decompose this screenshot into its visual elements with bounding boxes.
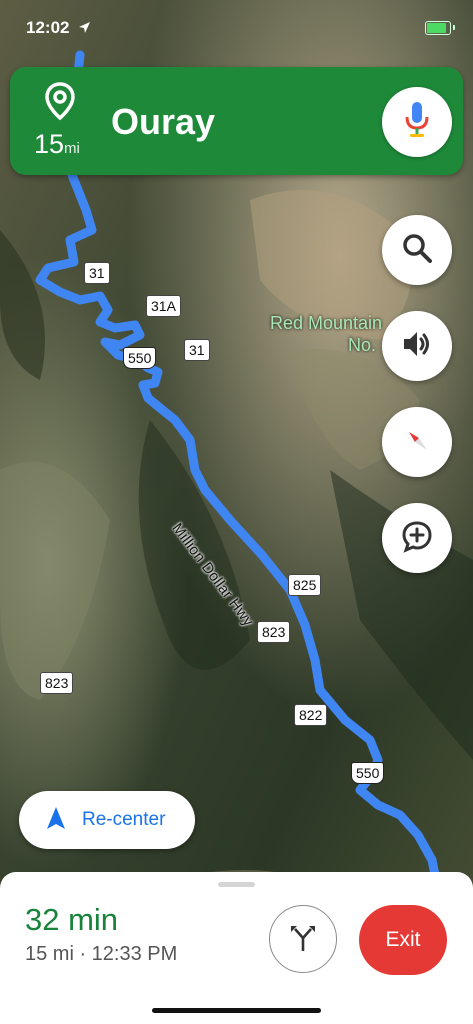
- trip-summary-sheet[interactable]: 32 min 15 mi · 12:33 PM Exit: [0, 872, 473, 1024]
- compass-button[interactable]: [382, 407, 452, 477]
- search-along-route-button[interactable]: [382, 215, 452, 285]
- eta-duration: 32 min: [25, 902, 119, 937]
- place-label: Red Mountain No.: [270, 312, 382, 356]
- route-shield: 823: [257, 621, 291, 643]
- route-shield: 825: [288, 574, 322, 596]
- place-label-line1: Red Mountain: [270, 313, 383, 333]
- destination-name: Ouray: [111, 101, 216, 142]
- exit-navigation-button[interactable]: Exit: [359, 905, 447, 975]
- route-shield: 550: [123, 347, 157, 369]
- fork-route-icon: [286, 920, 320, 959]
- search-icon: [400, 231, 434, 270]
- eta-detail: 15 mi · 12:33 PM: [25, 943, 178, 965]
- voice-search-button[interactable]: [382, 87, 452, 157]
- status-bar: 12:02: [0, 0, 473, 54]
- add-report-icon: [400, 519, 434, 558]
- recenter-button[interactable]: Re-center: [19, 791, 195, 849]
- microphone-icon: [404, 100, 430, 145]
- distance-value: 15: [34, 129, 65, 159]
- route-shield: 31: [84, 262, 110, 284]
- route-shield: 31A: [146, 295, 181, 317]
- place-label-line2: No.: [348, 335, 377, 355]
- route-shield: 822: [294, 704, 328, 726]
- recenter-label: Re-center: [82, 809, 166, 830]
- compass-icon: [400, 423, 434, 462]
- location-arrow-icon: [78, 19, 91, 39]
- battery-icon: [425, 21, 455, 35]
- destination-pin-icon: [43, 81, 77, 126]
- distance-unit: mi: [64, 140, 80, 157]
- status-time: 12:02: [26, 18, 70, 37]
- route-shield: 550: [351, 762, 385, 784]
- route-shield: 31: [184, 339, 210, 361]
- remaining-distance: 15mi: [34, 129, 80, 160]
- drag-handle[interactable]: [218, 882, 255, 887]
- direction-banner[interactable]: 15mi Ouray: [10, 67, 463, 175]
- add-report-button[interactable]: [382, 503, 452, 573]
- volume-icon: [400, 327, 434, 366]
- alternate-routes-button[interactable]: [269, 905, 337, 973]
- navigation-arrow-icon: [46, 806, 66, 835]
- home-indicator[interactable]: [152, 1008, 321, 1013]
- sound-button[interactable]: [382, 311, 452, 381]
- route-shield: 823: [40, 672, 74, 694]
